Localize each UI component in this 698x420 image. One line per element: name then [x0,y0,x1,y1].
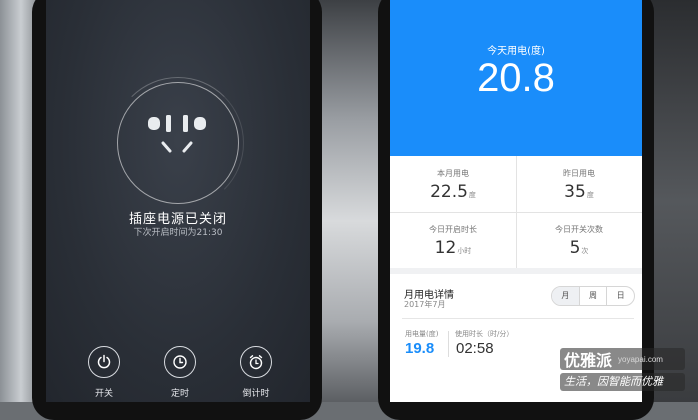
stat-value: 35 [564,182,586,202]
countdown-button[interactable]: 倒计时 [231,346,281,399]
watermark-brand: 优雅派 [564,351,613,370]
stats-grid: 本月用电 22.5度 昨日用电 35度 今日开启时长 12小时 今日开关次数 5… [390,156,642,268]
power-toggle-label: 开关 [94,389,113,399]
watermark-slogan: 生活，因智能而优雅 [560,373,685,391]
schedule-button[interactable]: 定时 [155,346,205,399]
detail-divider [402,318,634,319]
watermark-site: yoyapai.com [618,354,663,364]
today-usage-label: 今天用电(度) [487,46,545,57]
countdown-label: 倒计时 [242,389,270,399]
stat-today-switch-count: 今日开关次数 5次 [516,212,642,268]
stat-label: 昨日用电 [563,169,595,178]
tab-week[interactable]: 周 [578,287,607,305]
stat-month-usage: 本月用电 22.5度 [390,156,516,212]
usage-time-label: 使用时长（时/分） [455,330,514,338]
alarm-clock-icon [240,346,272,378]
stat-unit: 次 [581,247,589,255]
tab-month[interactable]: 月 [552,287,579,305]
usage-amount-value: 19.8 [405,340,435,357]
usage-time-value: 02:58 [456,340,494,357]
stat-label: 今日开启时长 [429,225,477,234]
today-usage-value: 20.8 [477,56,555,100]
socket-icon [148,115,206,153]
stat-label: 本月用电 [437,169,469,178]
next-on-time: 下次开启时间为21:30 [133,228,223,238]
period-segmented-control: 月 周 日 [551,286,635,306]
monthly-detail-date: 2017年7月 [404,300,446,309]
stat-unit: 小时 [457,247,472,255]
stat-value: 5 [569,238,581,258]
stat-today-on-duration: 今日开启时长 12小时 [390,212,516,268]
power-icon [88,346,120,378]
watermark: 优雅派 yoyapai.com 生活，因智能而优雅 [560,348,685,394]
schedule-label: 定时 [170,389,189,399]
today-usage-panel: 今天用电(度) 20.8 [390,0,642,156]
stat-value: 22.5 [430,182,468,202]
stat-unit: 度 [468,191,476,199]
clock-icon [164,346,196,378]
usage-separator [448,331,449,357]
socket-control-screen: 插座电源已关闭 下次开启时间为21:30 开关 定时 倒计时 [46,0,310,402]
stat-label: 今日开关次数 [555,225,603,234]
section-gap [390,268,642,274]
energy-stats-screen: 今天用电(度) 20.8 本月用电 22.5度 昨日用电 35度 今日开启时长 … [390,0,642,402]
power-toggle-button[interactable]: 开关 [79,346,129,399]
stat-value: 12 [434,238,457,258]
stat-unit: 度 [586,191,594,199]
stat-yesterday-usage: 昨日用电 35度 [516,156,642,212]
tab-day[interactable]: 日 [606,287,634,305]
usage-amount-label: 用电量(度) [405,330,439,338]
